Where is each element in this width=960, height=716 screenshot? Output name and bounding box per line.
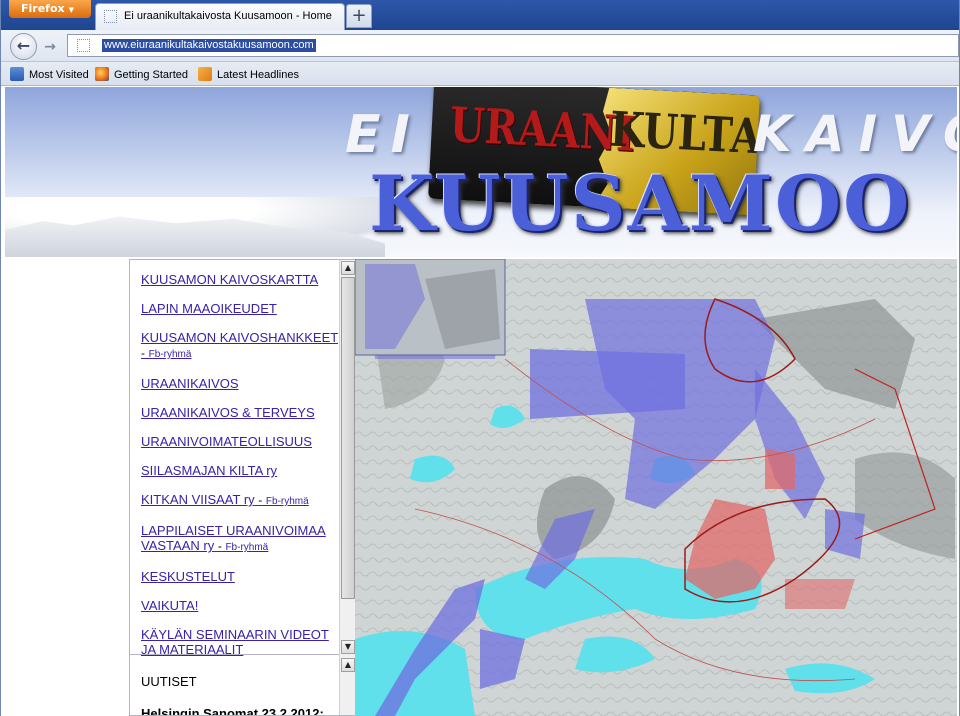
nav-item[interactable]: URAANIKAIVOS & TERVEYS	[141, 405, 341, 420]
chevron-down-icon: ▼	[68, 6, 74, 14]
nav-item-label[interactable]: URAANIKAIVOS & TERVEYS	[141, 405, 315, 420]
site-banner: EI URAANI KULTA KAIVO KUUSAMOO	[5, 87, 957, 257]
nav-item[interactable]: KITKAN VIISAAT ry - Fb-ryhmä	[141, 492, 341, 509]
map-graphic	[355, 259, 957, 716]
banner-word-kaivo: KAIVO	[753, 105, 957, 163]
back-button[interactable]: ←	[10, 33, 37, 60]
scroll-down-icon[interactable]: ▼	[341, 640, 355, 654]
nav-item[interactable]: KESKUSTELUT	[141, 569, 341, 584]
nav-item[interactable]: KÄYLÄN SEMINAARIN VIDEOT JA MATERIAALIT	[141, 627, 341, 657]
nav-item[interactable]: LAPIN MAAOIKEUDET	[141, 301, 341, 316]
left-nav-frame: KUUSAMON KAIVOSKARTTA LAPIN MAAOIKEUDET KU…	[129, 259, 356, 716]
url-text[interactable]: www.eiuraanikultakaivostakuusamoon.com	[102, 39, 316, 52]
nav-item-separator: -	[141, 346, 145, 360]
nav-item-separator: -	[258, 493, 263, 507]
nav-item-label[interactable]: KUUSAMON KAIVOSKARTTA	[141, 272, 318, 287]
arrow-left-icon: ←	[16, 36, 31, 55]
news-heading: UUTISET	[141, 674, 197, 689]
forward-button[interactable]: →	[39, 38, 61, 56]
facebook-group-link[interactable]: Fb-ryhmä	[266, 496, 309, 507]
browser-window: Firefox ▼ Ei uraanikultakaivosta Kuusamoo…	[0, 0, 960, 716]
firefox-menu-button[interactable]: Firefox ▼	[9, 0, 91, 18]
nav-item[interactable]: KUUSAMON KAIVOSKARTTA	[141, 272, 341, 287]
nav-item-label[interactable]: KUUSAMON KAIVOSHANKKEET	[141, 330, 338, 345]
nav-item-label[interactable]: KITKAN VIISAAT ry	[141, 492, 255, 507]
address-bar[interactable]: www.eiuraanikultakaivostakuusamoon.com	[67, 34, 959, 57]
tab-title: Ei uraanikultakaivosta Kuusamoon - Home	[124, 10, 332, 22]
most-visited-icon	[10, 67, 24, 81]
bookmarks-toolbar: Most Visited Getting Started Latest Head…	[1, 62, 959, 86]
nav-item[interactable]: URAANIVOIMATEOLLISUUS	[141, 434, 341, 449]
scroll-up-icon[interactable]: ▲	[341, 261, 355, 275]
nav-item[interactable]: URAANIKAIVOS	[141, 376, 341, 391]
bookmark-most-visited[interactable]: Most Visited	[10, 67, 89, 81]
banner-word-ei: EI	[345, 105, 420, 165]
new-tab-button[interactable]: +	[346, 4, 372, 28]
bookmark-label: Most Visited	[29, 69, 89, 81]
firefox-icon	[95, 67, 109, 81]
page-content: EI URAANI KULTA KAIVO KUUSAMOO KUUSAMON …	[5, 87, 957, 716]
nav-item-separator: -	[217, 539, 222, 553]
nav-item[interactable]: SIILASMAJAN KILTA ry	[141, 463, 341, 478]
bookmark-label: Latest Headlines	[217, 69, 299, 81]
news-item-title[interactable]: Helsingin Sanomat 23.2.2012:	[141, 706, 324, 715]
nav-divider	[130, 654, 340, 655]
nav-item-label[interactable]: VAIKUTA!	[141, 598, 198, 613]
nav-link-list: KUUSAMON KAIVOSKARTTA LAPIN MAAOIKEUDET KU…	[141, 272, 341, 671]
mining-claims-map[interactable]	[355, 259, 957, 716]
bookmark-latest-headlines[interactable]: Latest Headlines	[198, 67, 299, 81]
arrow-right-icon: →	[44, 39, 56, 55]
nav-item[interactable]: LAPPILAISET URAANIVOIMAA VASTAAN ry - Fb…	[141, 523, 341, 555]
nav-item-label[interactable]: LAPIN MAAOIKEUDET	[141, 301, 277, 316]
nav-item-label[interactable]: KÄYLÄN SEMINAARIN VIDEOT JA MATERIAALIT	[141, 627, 329, 657]
nav-item-label[interactable]: URAANIVOIMATEOLLISUUS	[141, 434, 312, 449]
facebook-group-link[interactable]: Fb-ryhmä	[149, 349, 192, 360]
rss-feed-icon	[198, 67, 212, 81]
nav-item-label[interactable]: SIILASMAJAN KILTA ry	[141, 463, 277, 478]
bookmark-label: Getting Started	[114, 69, 188, 81]
banner-word-kulta: KULTA	[608, 101, 760, 166]
nav-scrollbar[interactable]: ▲ ▼ ▲	[339, 260, 355, 715]
nav-item[interactable]: VAIKUTA!	[141, 598, 341, 613]
scrollbar-thumb[interactable]	[341, 277, 355, 599]
page-favicon-icon	[104, 10, 117, 23]
facebook-group-link[interactable]: Fb-ryhmä	[225, 542, 268, 553]
site-identity-icon[interactable]	[77, 39, 90, 52]
nav-item-label[interactable]: URAANIKAIVOS	[141, 376, 239, 391]
banner-word-kuusamo: KUUSAMOO	[369, 159, 912, 248]
scroll-up-icon[interactable]: ▲	[341, 658, 355, 672]
nav-item[interactable]: KUUSAMON KAIVOSHANKKEET - Fb-ryhmä	[141, 330, 341, 362]
tab-strip: Firefox ▼ Ei uraanikultakaivosta Kuusamoo…	[1, 0, 959, 30]
nav-item-label[interactable]: KESKUSTELUT	[141, 569, 235, 584]
firefox-menu-label: Firefox	[21, 2, 65, 15]
navigation-toolbar: ← → www.eiuraanikultakaivostakuusamoon.c…	[1, 30, 959, 62]
bookmark-getting-started[interactable]: Getting Started	[95, 67, 188, 81]
tab-home[interactable]: Ei uraanikultakaivosta Kuusamoon - Home	[95, 3, 345, 30]
